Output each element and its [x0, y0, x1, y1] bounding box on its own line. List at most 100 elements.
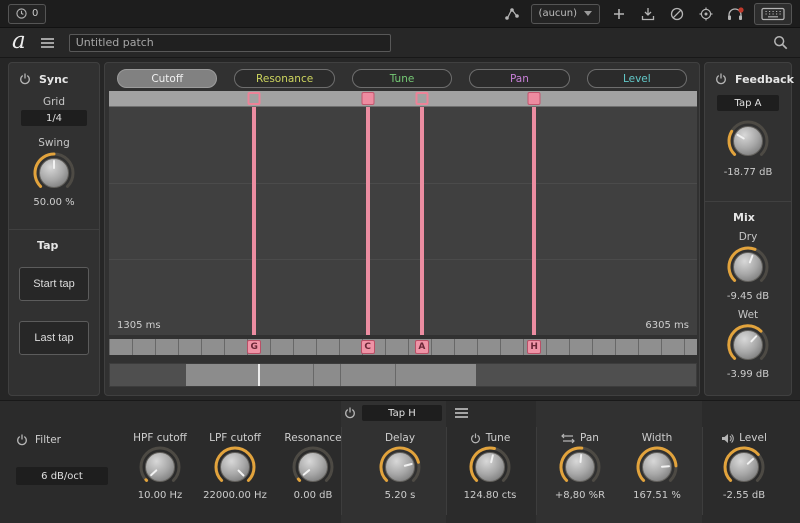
feedback-power-icon[interactable]: [715, 73, 727, 85]
resonance-label: Resonance: [278, 431, 348, 445]
time-start-label: 1305 ms: [117, 320, 161, 331]
feedback-value: -18.77 dB: [705, 167, 791, 178]
overview-tap-marker: [340, 364, 341, 386]
add-preset-button[interactable]: [609, 4, 629, 24]
feedback-knob[interactable]: [726, 119, 770, 163]
delay-label: Delay: [365, 431, 435, 445]
start-tap-button[interactable]: Start tap: [19, 267, 89, 301]
delay-knob[interactable]: [378, 445, 422, 489]
tune-label-row: Tune: [455, 431, 525, 445]
tap-editor-panel: Cutoff Resonance Tune Pan Level 1305 ms …: [104, 62, 700, 396]
filter-header: Filter: [16, 434, 61, 446]
delay-group: Delay 5.20 s: [365, 431, 435, 501]
tap-line-H[interactable]: [532, 107, 536, 335]
time-end-label: 6305 ms: [645, 320, 689, 331]
last-tap-button[interactable]: Last tap: [19, 321, 89, 355]
tap-chip-H[interactable]: H: [527, 340, 541, 354]
tap-menu-button[interactable]: [454, 407, 469, 419]
tap-select[interactable]: Tap H: [362, 405, 442, 421]
plus-icon: [613, 8, 625, 20]
tune-power-icon[interactable]: [470, 433, 481, 444]
filter-label: Filter: [35, 434, 61, 446]
target-button[interactable]: [696, 4, 716, 24]
sync-power-icon[interactable]: [19, 73, 31, 85]
tap-chip-A[interactable]: A: [415, 340, 429, 354]
tune-knob[interactable]: [468, 445, 512, 489]
feedback-header: Feedback: [705, 69, 791, 89]
hpf-cutoff-knob[interactable]: [138, 445, 182, 489]
filter-power-icon[interactable]: [16, 434, 28, 446]
swing-knob[interactable]: [32, 151, 76, 195]
tap-line-C[interactable]: [366, 107, 370, 335]
panel-divider: [9, 229, 99, 230]
plugin-window: 0 (aucun): [0, 0, 800, 523]
tap-line-G[interactable]: [252, 107, 256, 335]
tap-letter-strip[interactable]: GCAH: [109, 339, 697, 355]
lpf-cutoff-group: LPF cutoff 22000.00 Hz: [200, 431, 270, 501]
midi-keyboard-button[interactable]: [754, 3, 792, 25]
tab-pan[interactable]: Pan: [469, 69, 569, 88]
disable-button[interactable]: [667, 4, 687, 24]
grid-label: Grid: [9, 96, 99, 108]
pan-group: Pan +8,80 %R: [545, 431, 615, 501]
dry-label: Dry: [705, 231, 791, 243]
pan-knob[interactable]: [558, 445, 602, 489]
pan-label-row: Pan: [545, 431, 615, 445]
status-dot: [738, 7, 743, 12]
grid-select[interactable]: 1/4: [21, 110, 87, 126]
tab-cutoff[interactable]: Cutoff: [117, 69, 217, 88]
resonance-knob[interactable]: [291, 445, 335, 489]
routing-button[interactable]: [502, 4, 522, 24]
tap-handle-G[interactable]: [248, 92, 261, 105]
divider: [702, 427, 703, 515]
top-toolbar: 0 (aucun): [0, 0, 800, 28]
tap-handle-C[interactable]: [361, 92, 374, 105]
overview-bar[interactable]: [109, 363, 697, 387]
speaker-icon[interactable]: [721, 433, 734, 444]
lpf-cutoff-knob[interactable]: [213, 445, 257, 489]
dry-value: -9.45 dB: [705, 291, 791, 302]
monitor-button[interactable]: [725, 4, 745, 24]
tap-handle-A[interactable]: [415, 92, 428, 105]
divider: [446, 427, 447, 515]
sync-header: Sync: [9, 69, 99, 89]
tap-chip-G[interactable]: G: [247, 340, 261, 354]
tap-lines-layer: [109, 107, 697, 335]
menu-button[interactable]: [40, 37, 55, 49]
target-icon: [699, 7, 713, 21]
swing-value: 50.00 %: [9, 197, 99, 208]
swap-arrows-icon[interactable]: [561, 433, 575, 444]
tap-handle-strip[interactable]: [109, 91, 697, 107]
overview-window[interactable]: [186, 364, 475, 386]
level-knob[interactable]: [722, 445, 766, 489]
history-chip[interactable]: 0: [8, 4, 46, 24]
hpf-cutoff-label: HPF cutoff: [125, 431, 195, 445]
tap-handle-H[interactable]: [528, 92, 541, 105]
feedback-tap-select[interactable]: Tap A: [717, 95, 779, 111]
preset-select[interactable]: (aucun): [531, 4, 600, 24]
history-count: 0: [32, 8, 38, 19]
patch-name-input[interactable]: [69, 34, 391, 52]
feedback-title: Feedback: [735, 73, 794, 86]
zoom-button[interactable]: [773, 35, 788, 50]
save-preset-button[interactable]: [638, 4, 658, 24]
tap-controls-panel: Tap H Filter 6 dB/oct HPF cutoff 10.00 H…: [0, 400, 800, 523]
tap-power-icon[interactable]: [344, 407, 356, 419]
level-value: -2.55 dB: [709, 490, 779, 501]
lpf-cutoff-value: 22000.00 Hz: [200, 490, 270, 501]
width-knob[interactable]: [635, 445, 679, 489]
preset-value: (aucun): [539, 8, 577, 19]
wet-knob[interactable]: [726, 323, 770, 367]
tune-value: 124.80 cts: [455, 490, 525, 501]
tab-tune[interactable]: Tune: [352, 69, 452, 88]
tap-chip-C[interactable]: C: [361, 340, 375, 354]
tap-line-A[interactable]: [420, 107, 424, 335]
hpf-cutoff-value: 10.00 Hz: [125, 490, 195, 501]
filter-slope-select[interactable]: 6 dB/oct: [16, 467, 108, 485]
tap-canvas[interactable]: 1305 ms 6305 ms: [109, 107, 697, 335]
dry-knob[interactable]: [726, 245, 770, 289]
tab-level[interactable]: Level: [587, 69, 687, 88]
tune-group: Tune 124.80 cts: [455, 431, 525, 501]
tab-resonance[interactable]: Resonance: [234, 69, 334, 88]
resonance-group: Resonance 0.00 dB: [278, 431, 348, 501]
